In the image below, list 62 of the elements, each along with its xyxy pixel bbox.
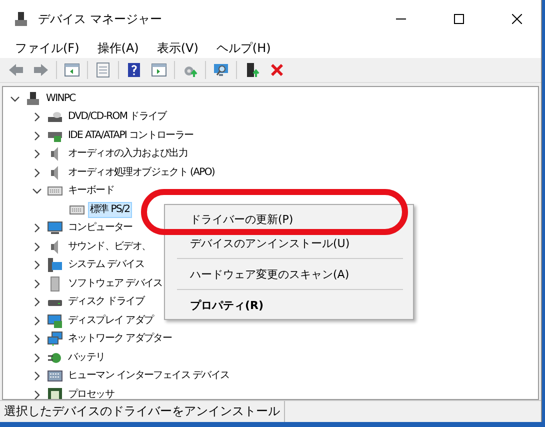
expand-chevron-icon[interactable] <box>32 390 42 400</box>
maximize-icon <box>454 14 464 24</box>
system-icon <box>47 257 63 274</box>
computer-icon <box>25 90 41 107</box>
display-icon <box>47 312 63 329</box>
back-arrow-icon <box>8 62 24 78</box>
tree-item[interactable]: バッテリ <box>66 350 107 366</box>
context-menu-item[interactable]: デバイスのアンインストール(U) <box>165 231 413 255</box>
tree-item[interactable]: ネットワーク アダプター <box>66 331 174 348</box>
context-menu-item[interactable]: ドライバーの更新(P) <box>165 207 413 231</box>
window-title: デバイス マネージャー <box>38 10 163 28</box>
expand-chevron-icon[interactable] <box>32 112 42 122</box>
cross-icon <box>269 62 285 78</box>
tree-item[interactable]: オーディオの入力および出力 <box>66 146 190 162</box>
expand-chevron-icon[interactable] <box>32 371 42 382</box>
processor-icon <box>47 386 63 400</box>
tree-item[interactable]: サウンド、ビデオ、 <box>66 238 153 255</box>
context-menu-item[interactable]: プロパティ(R) <box>165 293 413 317</box>
tree-item[interactable]: システム デバイス <box>66 257 146 274</box>
tree-item[interactable]: ソフトウェア デバイス <box>66 276 164 292</box>
menu-item[interactable]: ファイル(F) <box>6 38 88 58</box>
menu-item[interactable]: ヘルプ(H) <box>207 38 280 58</box>
tree-item[interactable]: コンピューター <box>66 220 134 236</box>
device-manager-icon <box>14 11 28 27</box>
expand-chevron-icon[interactable] <box>32 278 42 289</box>
tree-item[interactable]: 標準 PS/2 <box>88 202 132 218</box>
expand-chevron-icon[interactable] <box>32 223 42 234</box>
network-icon <box>47 331 63 348</box>
tree-item[interactable]: プロセッサ <box>66 386 116 400</box>
tree-item[interactable]: オーディオ処理オブジェクト (APO) <box>66 164 217 181</box>
close-icon <box>512 14 522 24</box>
expand-chevron-icon[interactable] <box>32 352 42 363</box>
forward-arrow-icon <box>33 62 49 78</box>
context-menu-item[interactable]: ハードウェア変更のスキャン(A) <box>165 262 413 286</box>
monitor-icon <box>47 220 63 236</box>
expand-chevron-icon[interactable] <box>32 149 42 160</box>
tree-item[interactable]: WINPC <box>44 90 78 107</box>
status-text: 選択したデバイスのドライバーをアンインストール <box>0 401 285 422</box>
tree-item[interactable]: ディスク ドライブ <box>66 294 146 310</box>
expand-chevron-icon[interactable] <box>32 130 42 141</box>
monitor-magnifier-icon <box>213 62 229 78</box>
hid-icon <box>47 368 63 384</box>
tree-item[interactable]: DVD/CD-ROM ドライブ <box>66 109 168 126</box>
tree-item[interactable]: IDE ATA/ATAPI コントローラー <box>66 128 196 144</box>
tree-item[interactable]: ディスプレイ アダプ <box>66 312 156 329</box>
collapse-chevron-icon[interactable] <box>32 186 42 196</box>
expand-chevron-icon[interactable] <box>32 334 42 344</box>
sheet-icon <box>95 62 111 78</box>
expand-chevron-icon[interactable] <box>32 168 42 178</box>
tree-item[interactable]: ヒューマン インターフェイス デバイス <box>66 368 232 384</box>
device-upload-icon <box>244 62 260 78</box>
collapse-chevron-icon[interactable] <box>10 94 20 104</box>
expand-chevron-icon[interactable] <box>32 297 42 308</box>
menu-item[interactable]: 表示(V) <box>148 38 208 58</box>
expand-chevron-icon[interactable] <box>32 260 42 270</box>
menu-item[interactable]: 操作(A) <box>88 38 148 58</box>
expand-chevron-icon[interactable] <box>32 242 42 252</box>
help-icon <box>126 62 142 78</box>
tree-item[interactable]: キーボード <box>66 183 116 200</box>
expand-chevron-icon[interactable] <box>32 316 42 326</box>
panel-icon <box>151 62 167 78</box>
panel-icon <box>64 62 80 78</box>
